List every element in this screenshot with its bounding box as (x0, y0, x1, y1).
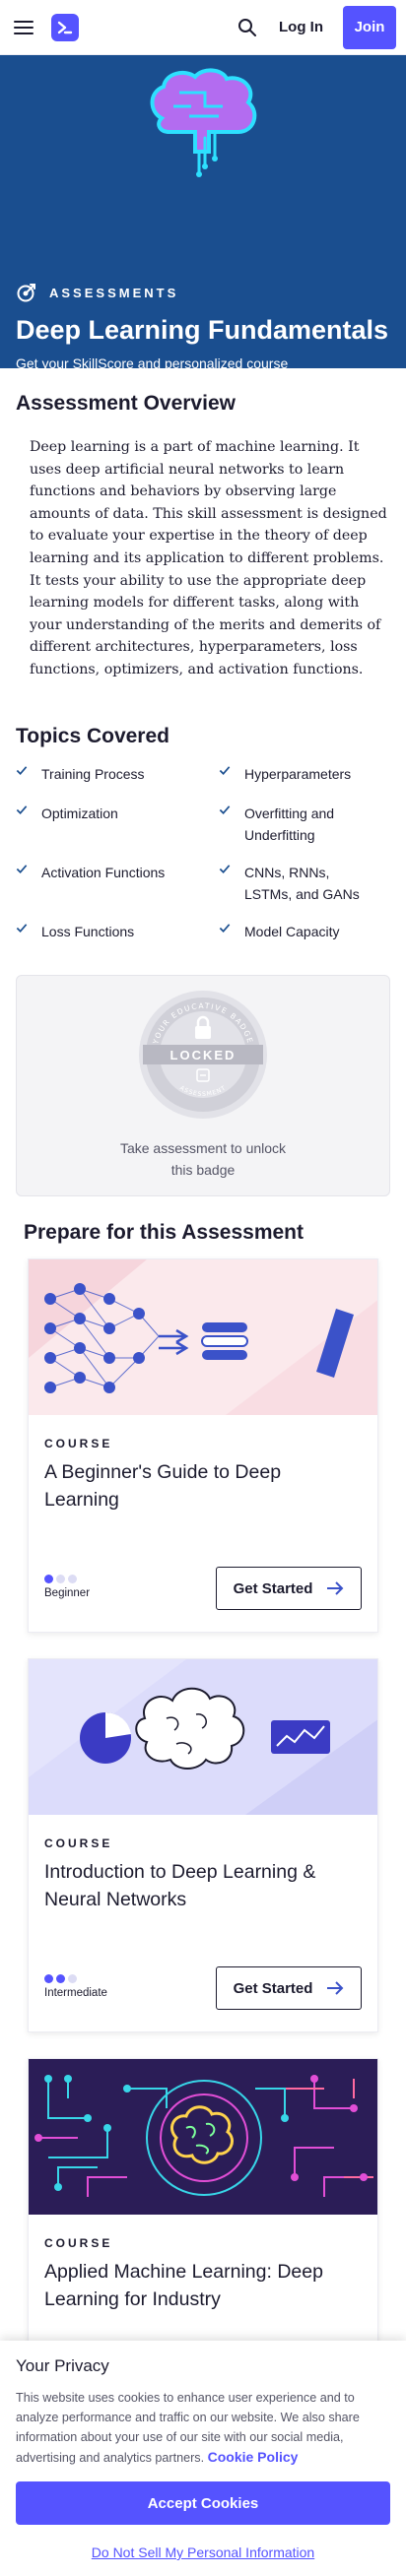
course-thumbnail (29, 1259, 377, 1415)
check-icon (219, 865, 231, 873)
topic-label: Hyperparameters (244, 766, 352, 782)
assessment-target-icon (17, 284, 35, 302)
topics-heading: Topics Covered (16, 725, 169, 747)
course-title[interactable]: Introduction to Deep Learning & Neural N… (44, 1858, 358, 1913)
course-title[interactable]: Applied Machine Learning: Deep Learning … (44, 2258, 358, 2313)
course-level-label: Intermediate (44, 1987, 107, 1999)
arrow-right-icon (327, 1581, 344, 1595)
hero-eyebrow: ASSESSMENTS (16, 282, 178, 303)
hero-subtitle: Get your SkillScore and personalized cou… (16, 355, 289, 393)
do-not-sell-link[interactable]: Do Not Sell My Personal Information (0, 2544, 406, 2560)
badge-locked-label: LOCKED (170, 1048, 237, 1063)
course-kicker: COURSE (44, 2236, 113, 2250)
topic-item: CNNs, RNNs, LSTMs, and GANs (219, 862, 376, 905)
check-icon (16, 766, 28, 775)
topic-label: Optimization (41, 805, 118, 821)
neural-network-illustration-icon (29, 1259, 377, 1415)
topic-label: Overfitting and Underfitting (244, 805, 335, 843)
topic-label: CNNs, RNNs, LSTMs, and GANs (244, 865, 360, 902)
topic-label: Model Capacity (244, 924, 340, 939)
course-card[interactable]: COURSE Introduction to Deep Learning & N… (28, 1658, 378, 2032)
accept-cookies-button[interactable]: Accept Cookies (16, 2481, 390, 2525)
course-thumbnail (29, 1659, 377, 1815)
brain-illustration-icon (150, 68, 257, 177)
course-thumbnail (29, 2059, 377, 2215)
privacy-description: This website uses cookies to enhance use… (16, 2391, 360, 2465)
prepare-heading: Prepare for this Assessment (24, 1221, 304, 1244)
course-kicker: COURSE (44, 1437, 113, 1450)
join-button[interactable]: Join (343, 5, 396, 49)
check-icon (219, 805, 231, 814)
topic-item: Optimization (16, 803, 203, 824)
cookie-policy-link[interactable]: Cookie Policy (208, 2449, 299, 2465)
overview-description: Deep learning is a part of machine learn… (30, 439, 387, 677)
topic-item: Loss Functions (16, 921, 203, 942)
arrow-right-icon (327, 1981, 344, 1995)
educative-logo-icon[interactable] (51, 13, 79, 41)
topic-item: Model Capacity (219, 921, 376, 942)
privacy-text: This website uses cookies to enhance use… (16, 2388, 392, 2468)
circuit-brain-illustration-icon (34, 2075, 373, 2197)
course-title[interactable]: A Beginner's Guide to Deep Learning (44, 1458, 358, 1513)
privacy-title: Your Privacy (16, 2356, 109, 2375)
course-level-label: Beginner (44, 1587, 91, 1599)
course-kicker: COURSE (44, 1836, 113, 1850)
topic-item: Training Process (16, 763, 203, 785)
hamburger-menu-icon[interactable] (14, 20, 34, 34)
check-icon (16, 805, 28, 814)
overview-heading: Assessment Overview (16, 392, 236, 415)
login-link[interactable]: Log In (279, 19, 323, 35)
topic-label: Loss Functions (41, 924, 135, 939)
course-card[interactable]: COURSE A Beginner's Guide to Deep Learni… (28, 1258, 378, 1633)
course-card[interactable]: COURSE Applied Machine Learning: Deep Le… (28, 2058, 378, 2353)
search-icon[interactable] (236, 16, 259, 39)
get-started-button[interactable]: Get Started (216, 1966, 362, 2010)
page-title: Deep Learning Fundamentals (16, 315, 389, 345)
privacy-banner: Your Privacy This website uses cookies t… (0, 2341, 406, 2576)
level-dots-icon (44, 1575, 90, 1583)
course-level: Intermediate (44, 1974, 107, 1999)
hero-banner: ASSESSMENTS Deep Learning Fundamentals G… (0, 55, 406, 393)
topic-label: Activation Functions (41, 865, 166, 880)
locked-badge-icon: YOUR EDUCATIVE BADGE ASSESSMENT LOCKED (139, 991, 267, 1119)
course-level: Beginner (44, 1575, 90, 1599)
get-started-label: Get Started (233, 1579, 313, 1597)
hero-eyebrow-label: ASSESSMENTS (49, 285, 179, 300)
top-nav-bar: Log In Join (0, 0, 406, 55)
data-cloud-illustration-icon (29, 1659, 377, 1815)
topic-item: Activation Functions (16, 862, 203, 883)
check-icon (219, 766, 231, 775)
check-icon (16, 865, 28, 873)
topic-label: Training Process (41, 766, 145, 782)
check-icon (16, 924, 28, 933)
get-started-label: Get Started (233, 1979, 313, 1997)
check-icon (219, 924, 231, 933)
locked-badge-card: YOUR EDUCATIVE BADGE ASSESSMENT LOCKED T… (16, 975, 390, 1196)
level-dots-icon (44, 1974, 107, 1983)
topic-item: Overfitting and Underfitting (219, 803, 376, 846)
badge-caption: Take assessment to unlock this badge (119, 1140, 287, 1178)
get-started-button[interactable]: Get Started (216, 1567, 362, 1610)
topic-item: Hyperparameters (219, 763, 386, 785)
